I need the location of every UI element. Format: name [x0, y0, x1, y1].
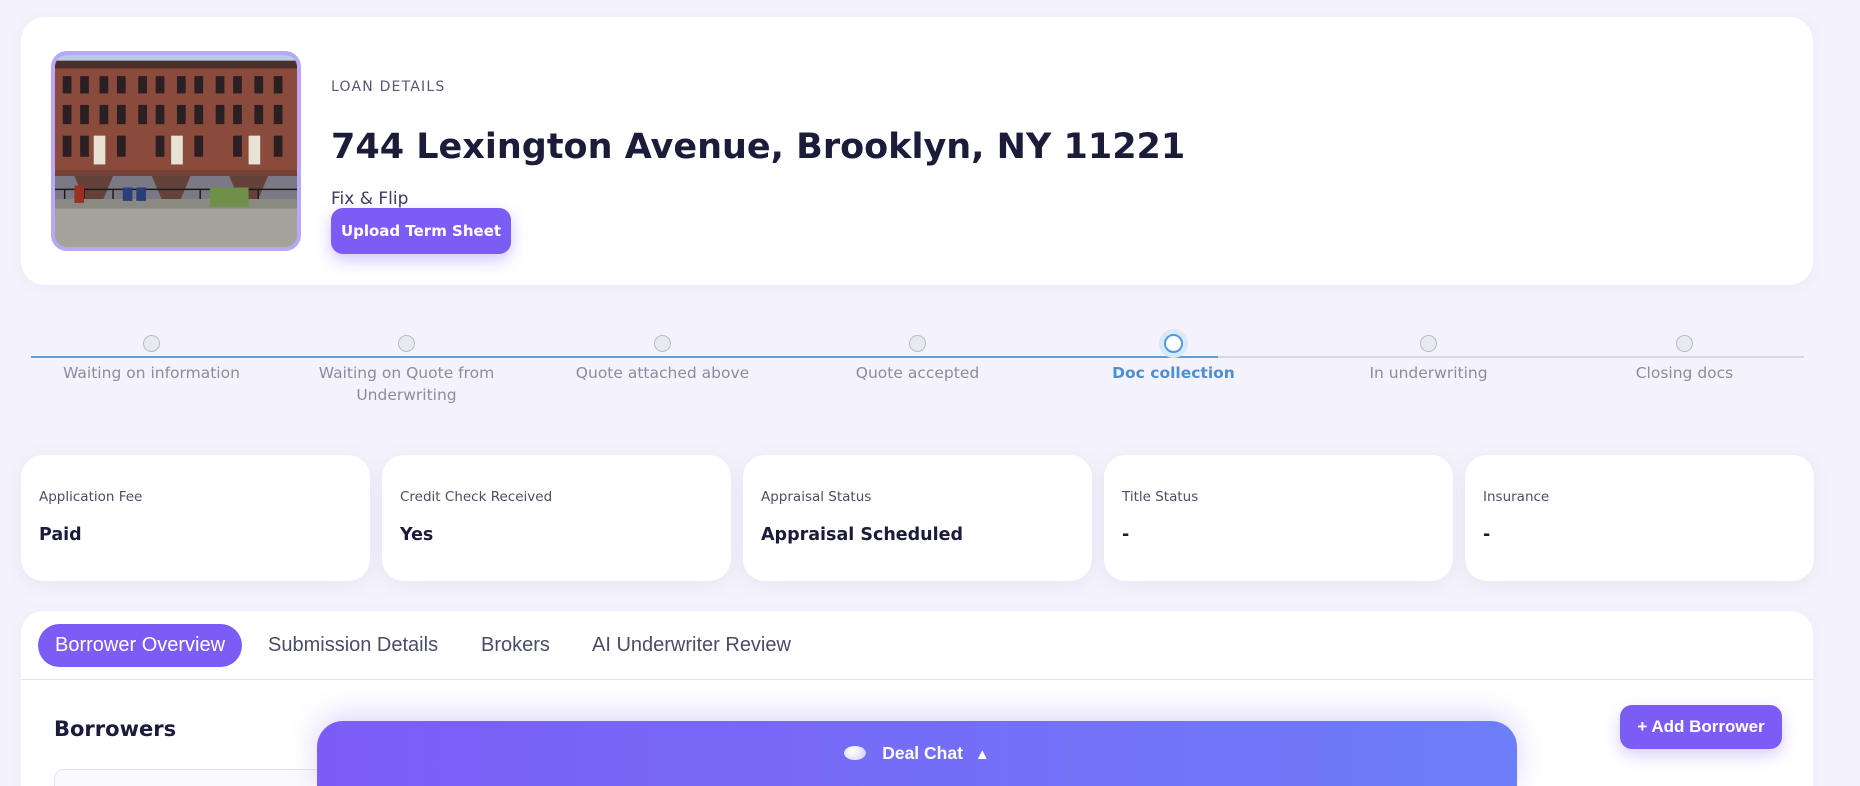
credit-check-card: Credit Check Received Yes [382, 455, 731, 581]
tab-brokers[interactable]: Brokers [481, 624, 550, 667]
title-status-value: - [1122, 525, 1130, 545]
brownstone-building-image [55, 55, 297, 247]
step-dot [909, 335, 926, 352]
tab-submission-details[interactable]: Submission Details [268, 624, 438, 667]
title-status-label: Title Status [1122, 489, 1199, 505]
deal-chat-toggle[interactable]: Deal Chat ▲ [317, 743, 1517, 764]
tab-ai-underwriter-review[interactable]: AI Underwriter Review [592, 624, 791, 667]
step-dot [1676, 335, 1693, 352]
loan-header-card: LOAN DETAILS 744 Lexington Avenue, Brook… [21, 17, 1813, 285]
borrowers-title: Borrowers [54, 717, 177, 741]
application-fee-label: Application Fee [39, 489, 143, 505]
application-fee-value: Paid [39, 525, 82, 545]
loan-status-stepper: Waiting on information Waiting on Quote f… [31, 325, 1804, 415]
chevron-up-icon: ▲ [974, 746, 990, 763]
stepper-progress-fill [31, 356, 1218, 358]
step-dot [143, 335, 160, 352]
borrower-list [54, 769, 354, 786]
tab-bar: Borrower Overview Submission Details Bro… [21, 611, 1813, 680]
loan-type: Fix & Flip [331, 189, 409, 209]
step-active-dot [1164, 334, 1183, 353]
section-label: LOAN DETAILS [331, 79, 446, 95]
step-label: Waiting on information [63, 364, 240, 382]
page-title: 744 Lexington Avenue, Brooklyn, NY 11221 [331, 127, 1186, 167]
tab-borrower-overview[interactable]: Borrower Overview [38, 624, 243, 667]
step-label: In underwriting [1369, 364, 1488, 382]
insurance-card: Insurance - [1465, 455, 1814, 581]
insurance-value: - [1483, 525, 1491, 545]
upload-term-sheet-button[interactable]: Upload Term Sheet [331, 208, 511, 254]
step-dot [398, 335, 415, 352]
application-fee-card: Application Fee Paid [21, 455, 370, 581]
add-borrower-button[interactable]: + Add Borrower [1620, 705, 1782, 749]
step-label: Waiting on Quote from Underwriting [318, 364, 495, 404]
credit-check-label: Credit Check Received [400, 489, 553, 505]
credit-check-value: Yes [400, 525, 434, 545]
deal-chat-label: Deal Chat [882, 743, 963, 763]
title-status-card: Title Status - [1104, 455, 1453, 581]
step-dot [654, 335, 671, 352]
step-label: Quote attached above [575, 364, 750, 382]
chat-bubble-icon [844, 746, 867, 760]
step-label: Doc collection [1112, 364, 1235, 382]
property-photo [51, 51, 301, 251]
step-label: Quote accepted [855, 364, 980, 382]
step-label: Closing docs [1635, 364, 1734, 382]
step-dot [1420, 335, 1437, 352]
appraisal-status-label: Appraisal Status [761, 489, 872, 505]
appraisal-status-value: Appraisal Scheduled [761, 525, 964, 545]
appraisal-status-card: Appraisal Status Appraisal Scheduled [743, 455, 1092, 581]
deal-chat-bar[interactable]: Deal Chat ▲ [317, 721, 1517, 786]
insurance-label: Insurance [1483, 489, 1550, 505]
